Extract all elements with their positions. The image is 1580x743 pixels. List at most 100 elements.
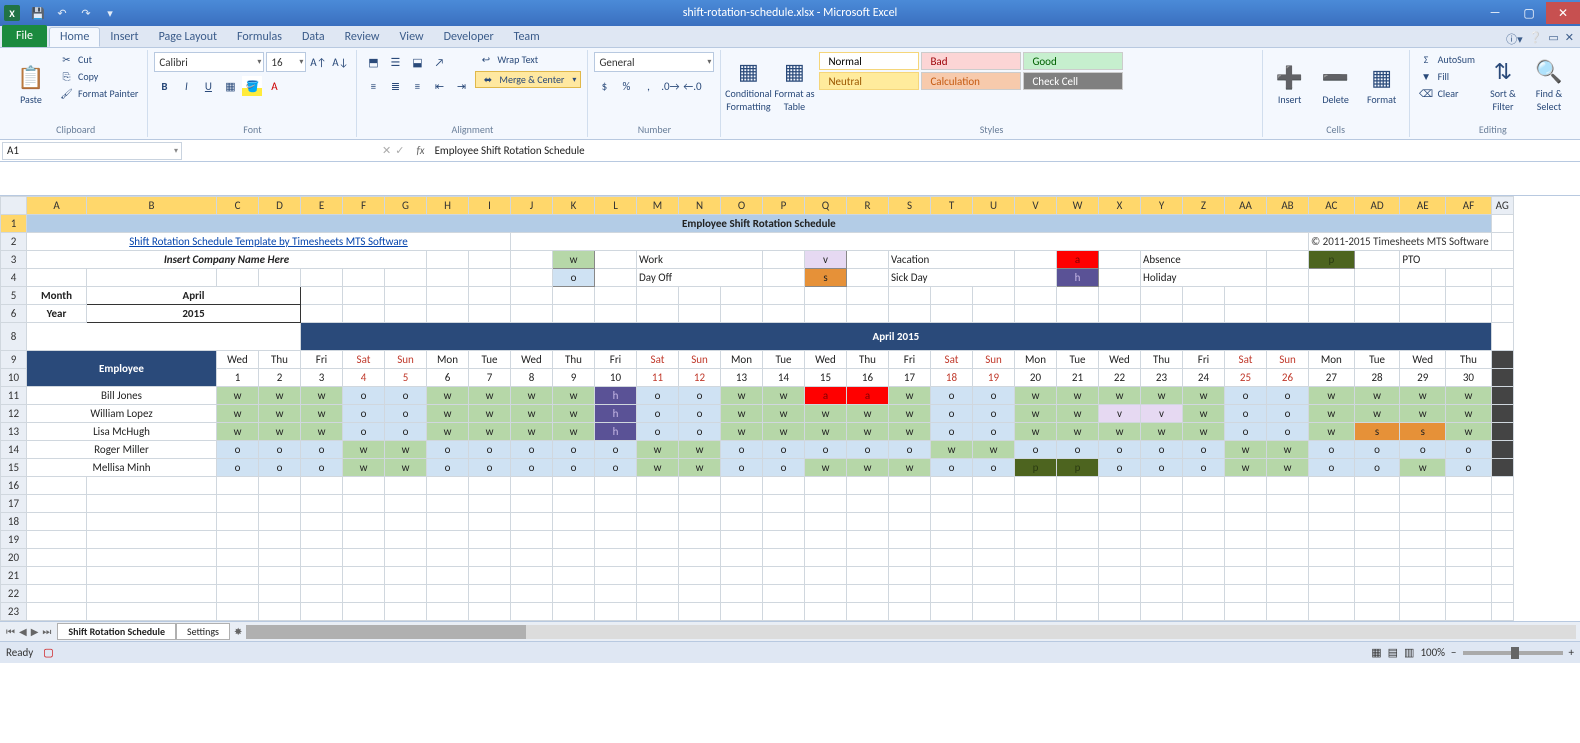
shift-1-3[interactable]: w: [301, 405, 343, 423]
cancel-formula-button[interactable]: ✕: [382, 144, 391, 157]
shift-3-22[interactable]: o: [1099, 441, 1141, 459]
shift-0-10[interactable]: h: [595, 387, 637, 405]
shift-1-16[interactable]: w: [847, 405, 889, 423]
shift-3-12[interactable]: w: [679, 441, 721, 459]
shift-3-9[interactable]: o: [553, 441, 595, 459]
shift-4-4[interactable]: w: [343, 459, 385, 477]
sheet-nav-last-icon[interactable]: ⏭: [42, 625, 51, 638]
zoom-slider[interactable]: [1463, 651, 1563, 655]
shift-4-23[interactable]: o: [1141, 459, 1183, 477]
shift-1-17[interactable]: w: [889, 405, 931, 423]
shift-3-27[interactable]: o: [1309, 441, 1355, 459]
shift-4-6[interactable]: o: [427, 459, 469, 477]
zoom-in-button[interactable]: +: [1569, 646, 1574, 659]
col-header-AC[interactable]: AC: [1309, 197, 1355, 215]
shift-1-1[interactable]: w: [217, 405, 259, 423]
file-tab[interactable]: File: [2, 25, 47, 47]
currency-button[interactable]: $: [594, 76, 614, 96]
shift-2-30[interactable]: w: [1446, 423, 1492, 441]
row-header-14[interactable]: 14: [1, 441, 27, 459]
shift-0-27[interactable]: w: [1309, 387, 1355, 405]
shift-1-8[interactable]: w: [511, 405, 553, 423]
tab-team[interactable]: Team: [504, 27, 550, 47]
indent-dec-button[interactable]: ⇤: [429, 76, 449, 96]
orientation-button[interactable]: ↗: [429, 52, 449, 72]
shift-0-24[interactable]: w: [1183, 387, 1225, 405]
shift-4-14[interactable]: o: [763, 459, 805, 477]
shift-2-18[interactable]: o: [931, 423, 973, 441]
bold-button[interactable]: B: [154, 76, 174, 96]
col-header-R[interactable]: R: [847, 197, 889, 215]
select-all-corner[interactable]: [1, 197, 27, 215]
shift-0-3[interactable]: w: [301, 387, 343, 405]
col-header-AA[interactable]: AA: [1225, 197, 1267, 215]
view-pagebreak-icon[interactable]: ▥: [1404, 646, 1414, 659]
shift-1-22[interactable]: v: [1099, 405, 1141, 423]
shift-1-23[interactable]: v: [1141, 405, 1183, 423]
row-header-20[interactable]: 20: [1, 549, 27, 567]
employee-name-3[interactable]: Roger Miller: [27, 441, 217, 459]
shift-3-18[interactable]: w: [931, 441, 973, 459]
shift-0-4[interactable]: o: [343, 387, 385, 405]
row-header-5[interactable]: 5: [1, 287, 27, 305]
style-calculation[interactable]: Calculation: [921, 72, 1021, 90]
shift-3-26[interactable]: w: [1267, 441, 1309, 459]
shift-2-15[interactable]: w: [805, 423, 847, 441]
shift-2-1[interactable]: w: [217, 423, 259, 441]
shift-1-24[interactable]: w: [1183, 405, 1225, 423]
col-header-D[interactable]: D: [259, 197, 301, 215]
shift-1-4[interactable]: o: [343, 405, 385, 423]
close-button[interactable]: ✕: [1546, 2, 1580, 24]
shift-3-21[interactable]: o: [1057, 441, 1099, 459]
align-right-button[interactable]: ≡: [407, 76, 427, 96]
col-header-Q[interactable]: Q: [805, 197, 847, 215]
shift-3-16[interactable]: o: [847, 441, 889, 459]
shift-1-11[interactable]: o: [637, 405, 679, 423]
shift-2-11[interactable]: o: [637, 423, 679, 441]
sheet-nav-prev-icon[interactable]: ◀: [19, 625, 27, 638]
shift-4-27[interactable]: o: [1309, 459, 1355, 477]
row-header-21[interactable]: 21: [1, 567, 27, 585]
shift-1-5[interactable]: o: [385, 405, 427, 423]
shift-0-19[interactable]: o: [973, 387, 1015, 405]
shift-3-4[interactable]: w: [343, 441, 385, 459]
qat-redo-icon[interactable]: ↷: [76, 4, 96, 22]
shift-4-26[interactable]: w: [1267, 459, 1309, 477]
shift-3-23[interactable]: o: [1141, 441, 1183, 459]
shift-3-6[interactable]: o: [427, 441, 469, 459]
help-icon[interactable]: ❔: [1529, 31, 1543, 47]
qat-more-icon[interactable]: ▾: [100, 4, 120, 22]
shift-3-5[interactable]: w: [385, 441, 427, 459]
row-header-22[interactable]: 22: [1, 585, 27, 603]
shift-0-26[interactable]: o: [1267, 387, 1309, 405]
tab-review[interactable]: Review: [335, 27, 390, 47]
enter-formula-button[interactable]: ✓: [395, 144, 404, 157]
shift-4-19[interactable]: o: [973, 459, 1015, 477]
col-header-F[interactable]: F: [343, 197, 385, 215]
shift-2-4[interactable]: o: [343, 423, 385, 441]
shift-0-12[interactable]: o: [679, 387, 721, 405]
name-box[interactable]: A1: [2, 142, 182, 160]
row-header-17[interactable]: 17: [1, 495, 27, 513]
align-top-button[interactable]: ⬒: [363, 52, 383, 72]
shift-1-29[interactable]: w: [1400, 405, 1446, 423]
row-header-12[interactable]: 12: [1, 405, 27, 423]
row-header-16[interactable]: 16: [1, 477, 27, 495]
italic-button[interactable]: I: [176, 76, 196, 96]
wrap-text-button[interactable]: ↩Wrap Text: [475, 52, 581, 67]
shift-3-1[interactable]: o: [217, 441, 259, 459]
comma-button[interactable]: ,: [638, 76, 658, 96]
shift-1-2[interactable]: w: [259, 405, 301, 423]
shift-3-19[interactable]: w: [973, 441, 1015, 459]
shift-1-30[interactable]: w: [1446, 405, 1492, 423]
shift-0-21[interactable]: w: [1057, 387, 1099, 405]
shift-4-8[interactable]: o: [511, 459, 553, 477]
row-header-1[interactable]: 1: [1, 215, 27, 233]
shift-4-10[interactable]: o: [595, 459, 637, 477]
percent-button[interactable]: %: [616, 76, 636, 96]
shift-4-18[interactable]: o: [931, 459, 973, 477]
col-header-P[interactable]: P: [763, 197, 805, 215]
shift-4-9[interactable]: o: [553, 459, 595, 477]
shift-2-10[interactable]: h: [595, 423, 637, 441]
style-neutral[interactable]: Neutral: [819, 72, 919, 90]
